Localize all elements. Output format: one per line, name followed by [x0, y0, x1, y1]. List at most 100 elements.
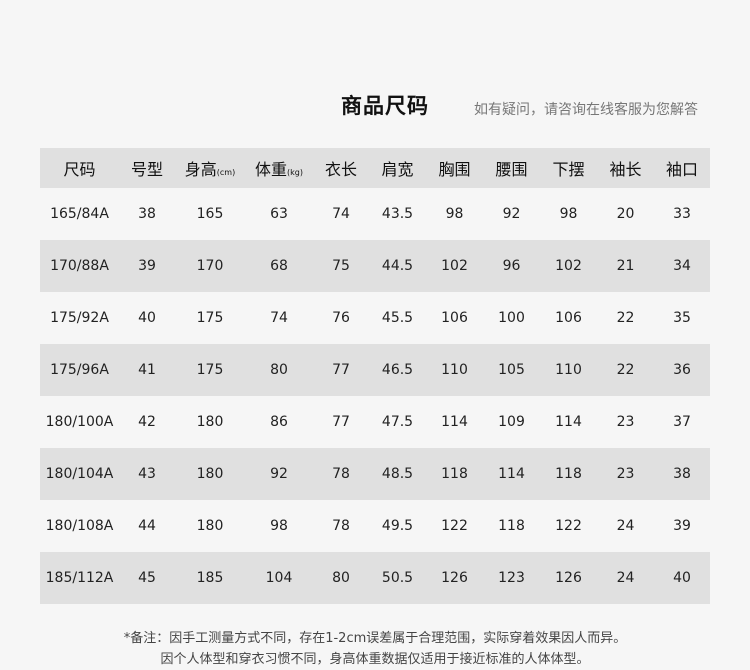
table-cell: 104 — [265, 570, 293, 586]
table-cell: 126 — [555, 570, 582, 586]
note-line-2: 因个人体型和穿衣习惯不同，身高体重数据仅适用于接近标准的人体体型。 — [160, 652, 590, 667]
table-cell: 24 — [616, 518, 635, 534]
table-cell: 126 — [441, 570, 468, 586]
table-row: 175/96A 41 175 80 77 46.5 110 105 110 22 36 — [40, 344, 710, 396]
table-cell: 86 — [270, 414, 288, 430]
table-cell: 185/112A — [45, 570, 114, 586]
table-cell: 122 — [441, 518, 468, 534]
table-cell: 170 — [196, 258, 224, 274]
table-cell: 170/88A — [50, 258, 109, 274]
table-cell: 114 — [441, 414, 468, 430]
table-cell: 45 — [138, 570, 156, 586]
table-row: 175/92A 40 175 74 76 45.5 106 100 106 22 35 — [40, 292, 710, 344]
customer-service-hint: 如有疑问，请咨询在线客服为您解答 — [474, 102, 698, 118]
table-cell: 63 — [270, 206, 288, 222]
table-cell: 109 — [498, 414, 525, 430]
column-header: 腰围 — [483, 148, 540, 188]
table-cell: 110 — [441, 362, 468, 378]
column-header-label: 尺码 — [63, 160, 96, 179]
table-cell: 20 — [616, 206, 635, 222]
table-cell: 75 — [332, 258, 350, 274]
table-cell: 122 — [555, 518, 582, 534]
table-cell: 102 — [441, 258, 468, 274]
column-header-label: 身高 — [184, 160, 217, 179]
table-cell: 165 — [196, 206, 224, 222]
table-cell: 48.5 — [381, 466, 414, 482]
column-header: 袖口 — [654, 148, 710, 188]
column-header-label: 号型 — [130, 160, 163, 179]
column-header-label: 腰围 — [495, 160, 528, 179]
table-cell: 78 — [332, 466, 350, 482]
table-cell: 106 — [441, 310, 468, 326]
table-cell: 43 — [138, 466, 156, 482]
table-cell: 180/100A — [45, 414, 114, 430]
table-cell: 22 — [616, 310, 635, 326]
column-header-label: 体重 — [255, 160, 288, 179]
column-header: 身高(cm) — [175, 148, 245, 188]
column-header-label: 衣长 — [324, 160, 357, 179]
table-cell: 100 — [498, 310, 525, 326]
column-header: 胸围 — [426, 148, 483, 188]
table-cell: 118 — [441, 466, 468, 482]
table-cell: 77 — [332, 414, 350, 430]
table-cell: 42 — [138, 414, 156, 430]
table-cell: 49.5 — [381, 518, 414, 534]
table-cell: 39 — [138, 258, 156, 274]
table-cell: 74 — [332, 206, 350, 222]
table-cell: 185 — [196, 570, 224, 586]
column-header: 袖长 — [597, 148, 654, 188]
size-chart-table: 尺码 号型 身高(cm) 体重(kg) 衣长 肩宽 胸围 腰围 下摆 袖长 袖口 165/84A 38… — [40, 148, 710, 604]
table-cell: 34 — [673, 258, 691, 274]
column-header-unit: (cm) — [216, 168, 236, 177]
table-cell: 114 — [498, 466, 525, 482]
table-cell: 21 — [616, 258, 635, 274]
table-cell: 38 — [138, 206, 156, 222]
table-cell: 44.5 — [381, 258, 414, 274]
table-cell: 96 — [502, 258, 521, 274]
column-header-label: 下摆 — [552, 160, 585, 179]
table-cell: 22 — [616, 362, 635, 378]
table-row: 180/108A 44 180 98 78 49.5 122 118 122 24 39 — [40, 500, 710, 552]
table-cell: 175/96A — [50, 362, 109, 378]
column-header: 下摆 — [540, 148, 597, 188]
page-title: 商品尺码 — [341, 94, 429, 118]
table-row: 180/100A 42 180 86 77 47.5 114 109 114 23 37 — [40, 396, 710, 448]
table-cell: 46.5 — [381, 362, 414, 378]
table-cell: 92 — [502, 206, 521, 222]
table-cell: 123 — [498, 570, 525, 586]
table-row: 170/88A 39 170 68 75 44.5 102 96 102 21 34 — [40, 240, 710, 292]
table-cell: 106 — [555, 310, 582, 326]
table-cell: 37 — [673, 414, 691, 430]
column-header: 尺码 — [40, 148, 119, 188]
table-row: 185/112A 45 185 104 80 50.5 126 123 126 24 40 — [40, 552, 710, 604]
table-cell: 114 — [555, 414, 582, 430]
table-cell: 47.5 — [381, 414, 414, 430]
table-cell: 118 — [498, 518, 525, 534]
table-cell: 77 — [332, 362, 350, 378]
table-cell: 175 — [196, 362, 224, 378]
column-header-unit: (kg) — [287, 168, 303, 177]
table-cell: 68 — [270, 258, 288, 274]
table-cell: 24 — [616, 570, 635, 586]
table-cell: 80 — [332, 570, 350, 586]
column-header-label: 袖长 — [609, 160, 642, 179]
table-cell: 43.5 — [381, 206, 414, 222]
table-cell: 180/108A — [45, 518, 114, 534]
table-cell: 180 — [196, 518, 224, 534]
table-cell: 33 — [673, 206, 691, 222]
table-cell: 165/84A — [50, 206, 109, 222]
table-row: 165/84A 38 165 63 74 43.5 98 92 98 20 33 — [40, 188, 710, 240]
table-cell: 180 — [196, 466, 224, 482]
column-header-label: 肩宽 — [381, 160, 414, 179]
table-cell: 98 — [559, 206, 578, 222]
table-cell: 23 — [616, 414, 635, 430]
table-row: 180/104A 43 180 92 78 48.5 118 114 118 23 38 — [40, 448, 710, 500]
table-cell: 175/92A — [50, 310, 109, 326]
table-cell: 92 — [270, 466, 288, 482]
table-cell: 23 — [616, 466, 635, 482]
table-cell: 180/104A — [45, 466, 114, 482]
column-header-label: 袖口 — [665, 160, 698, 179]
column-header-label: 胸围 — [438, 160, 471, 179]
table-cell: 39 — [673, 518, 691, 534]
table-cell: 36 — [673, 362, 691, 378]
